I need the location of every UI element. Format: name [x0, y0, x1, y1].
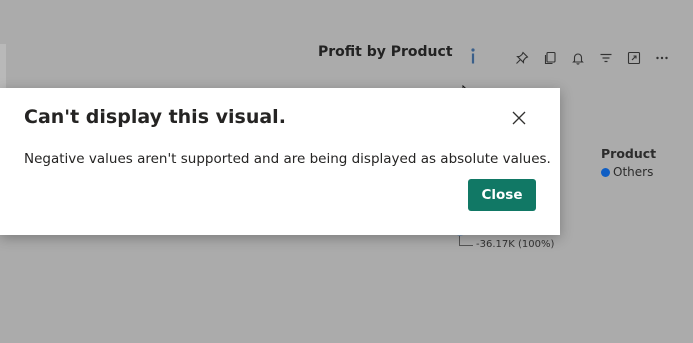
close-icon[interactable]: [507, 106, 531, 130]
legend-item-label: Others: [613, 165, 654, 179]
copy-icon[interactable]: [536, 48, 564, 68]
visual-title: Profit by Product: [318, 44, 453, 60]
dialog-message: Negative values aren't supported and are…: [24, 151, 551, 167]
close-button[interactable]: Close: [468, 179, 536, 211]
filter-icon[interactable]: [592, 48, 620, 68]
info-icon[interactable]: [467, 46, 479, 66]
visual-header-toolbar: [508, 48, 676, 68]
legend-marker: [601, 167, 610, 177]
more-options-icon[interactable]: [648, 48, 676, 68]
bell-icon[interactable]: [564, 48, 592, 68]
data-label: -36.17K (100%): [476, 239, 555, 250]
chart-legend: Product Others: [601, 146, 656, 179]
legend-item-others[interactable]: Others: [601, 165, 656, 179]
error-dialog: Can't display this visual. Negative valu…: [0, 88, 560, 235]
data-label-leader-line: [459, 236, 473, 246]
background-visual-edge: [0, 44, 6, 94]
legend-title: Product: [601, 146, 657, 161]
dialog-title: Can't display this visual.: [24, 106, 286, 128]
pin-icon[interactable]: [508, 48, 536, 68]
focus-mode-icon[interactable]: [620, 48, 648, 68]
